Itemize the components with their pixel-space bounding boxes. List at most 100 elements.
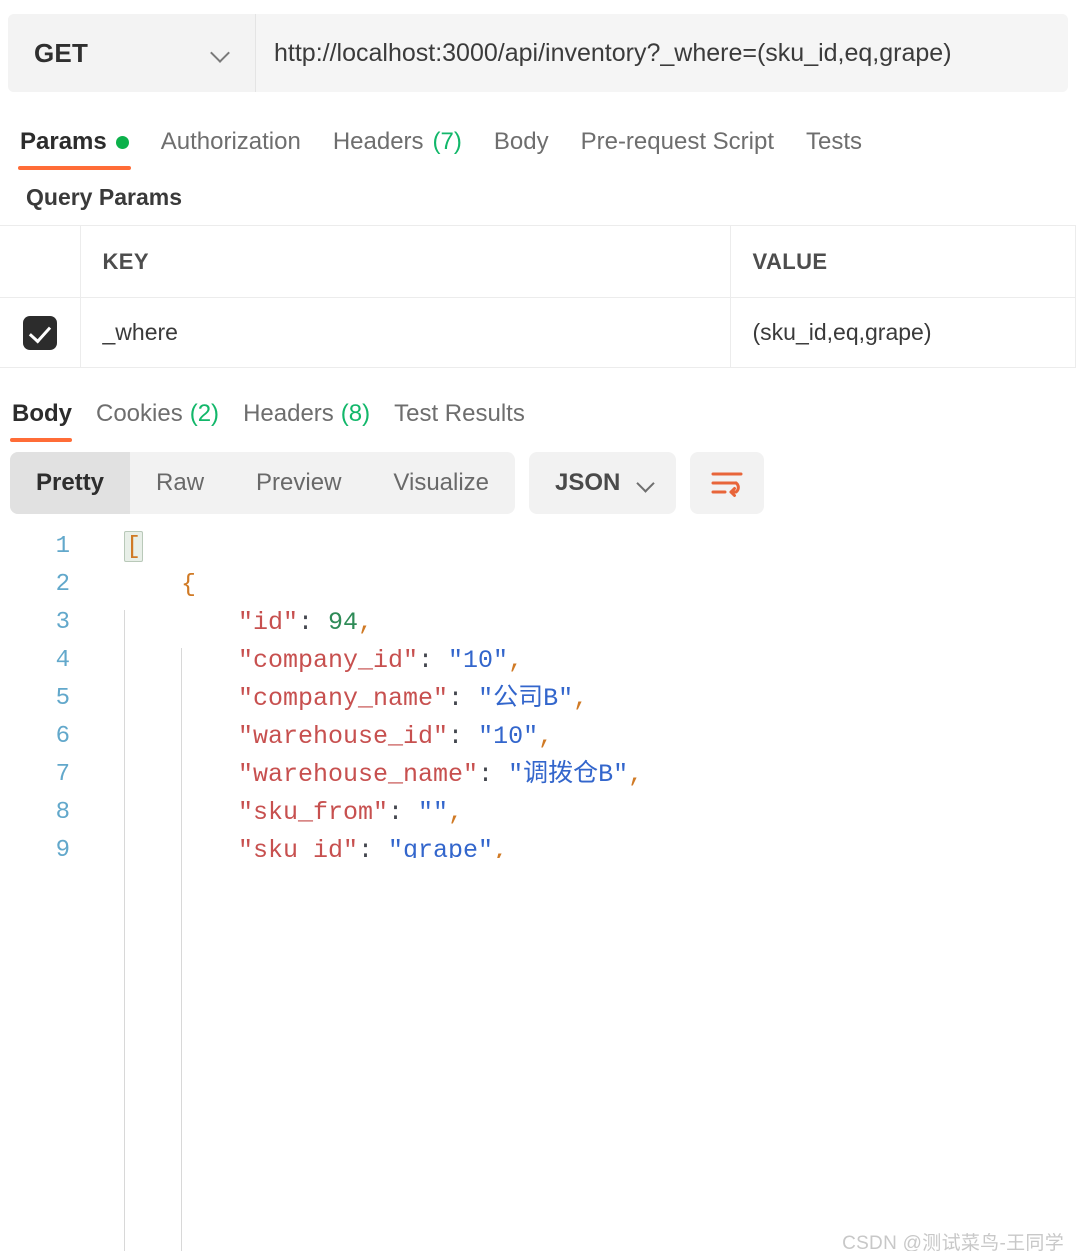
response-tab-test-results[interactable]: Test Results [392,400,547,442]
format-visualize-button[interactable]: Visualize [367,452,515,514]
tab-tests[interactable]: Tests [796,128,884,170]
code-line: 6 "warehouse_id": "10", [0,718,1076,756]
query-params-title: Query Params [26,184,182,210]
line-number: 7 [55,761,70,788]
tab-authorization[interactable]: Authorization [151,128,323,170]
line-number: 9 [55,837,70,858]
tab-pre-request-script-label: Pre-request Script [580,128,774,155]
indent-guide-line [181,648,182,1251]
param-enabled-checkbox[interactable] [22,315,57,350]
code-token: : [358,836,389,858]
postman-window: GET http://localhost:3000/api/inventory?… [0,14,1076,1251]
response-tab-cookies-count: (2) [189,400,220,427]
code-token: [ [124,531,144,562]
code-text[interactable]: [ [124,528,144,566]
column-header-key: KEY [80,225,731,298]
tab-body-label: Body [493,128,549,155]
code-token: , [628,760,644,789]
row-checkbox-cell[interactable] [0,297,81,368]
param-key-cell[interactable]: _where [80,297,731,368]
code-text[interactable]: "warehouse_id": "10", [238,718,553,756]
language-select[interactable]: JSON [529,452,677,514]
response-tab-cookies[interactable]: Cookies (2) [94,400,241,442]
format-preview-button[interactable]: Preview [230,452,367,514]
code-text[interactable]: { [181,566,196,604]
code-text[interactable]: "id": 94, [238,604,373,642]
tab-body[interactable]: Body [484,128,571,170]
http-method-label: GET [34,37,89,68]
response-tab-cookies-label: Cookies [96,400,183,427]
code-token: : [478,760,509,789]
code-token: "10" [478,722,539,751]
line-number: 2 [55,571,70,598]
request-url-input[interactable]: http://localhost:3000/api/inventory?_whe… [256,14,1068,92]
tab-authorization-label: Authorization [160,128,301,155]
watermark: CSDN @测试菜鸟-王同学 [842,1233,1064,1251]
format-pretty-button[interactable]: Pretty [10,452,131,514]
request-url-bar: GET http://localhost:3000/api/inventory?… [8,14,1068,92]
line-number: 5 [55,685,70,712]
code-token: : [298,608,329,637]
response-tab-bar: Body Cookies (2) Headers (8) Test Result… [0,386,1076,442]
line-number: 6 [55,723,70,750]
format-raw-button[interactable]: Raw [130,452,230,514]
code-line: 8 "sku_from": "", [0,794,1076,832]
code-token: : [418,646,449,675]
code-token: "公司B" [478,684,574,713]
code-token: , [493,836,509,858]
code-line: 4 "company_id": "10", [0,642,1076,680]
code-token: : [448,722,479,751]
code-text[interactable]: "company_name": "公司B", [238,680,588,718]
http-method-select[interactable]: GET [8,14,256,92]
code-token: , [358,608,374,637]
response-tab-headers-count: (8) [340,400,371,427]
active-tab-underline [18,166,131,170]
code-token: "grape" [388,836,494,858]
chevron-down-icon [211,43,231,63]
wrap-text-button[interactable] [690,452,765,514]
code-token: "company_id" [238,646,419,675]
indent-guide-line [124,610,125,1251]
response-tab-test-results-label: Test Results [394,400,525,427]
code-token: "10" [448,646,509,675]
chevron-down-icon [638,475,654,491]
code-line: 9 "sku_id": "grape", [0,832,1076,858]
code-text[interactable]: "company_id": "10", [238,642,523,680]
code-token: 94 [328,608,359,637]
request-tab-bar: Params Authorization Headers (7) Body Pr… [0,114,1076,170]
line-number: 8 [55,799,70,826]
code-token: : [448,684,479,713]
param-value-cell[interactable]: (sku_id,eq,grape) [730,297,1076,368]
column-header-value: VALUE [730,225,1076,298]
tab-pre-request-script[interactable]: Pre-request Script [571,128,796,170]
active-response-tab-underline [10,438,72,442]
code-text[interactable]: "sku_id": "grape", [238,832,508,858]
params-status-dot-icon [115,135,129,149]
code-token: "id" [238,608,299,637]
code-token: , [448,798,464,827]
code-token: "warehouse_id" [238,722,449,751]
code-token: , [508,646,524,675]
code-text[interactable]: "sku_from": "", [238,794,463,832]
request-url-text: http://localhost:3000/api/inventory?_whe… [274,38,952,67]
code-token: "调拨仓B" [508,760,629,789]
code-line: 7 "warehouse_name": "调拨仓B", [0,756,1076,794]
code-token: , [573,684,589,713]
code-token: , [538,722,554,751]
column-header-checkbox [0,225,81,298]
code-token: "sku_from" [238,798,389,827]
code-token: "warehouse_name" [238,760,479,789]
tab-headers-count: (7) [432,128,462,155]
tab-headers[interactable]: Headers (7) [323,128,484,170]
tab-tests-label: Tests [806,128,863,155]
code-token: "sku_id" [238,836,359,858]
code-line: 3 "id": 94, [0,604,1076,642]
code-text[interactable]: "warehouse_name": "调拨仓B", [238,756,643,794]
response-tab-body[interactable]: Body [10,400,94,442]
response-tab-headers[interactable]: Headers (8) [241,400,392,442]
code-line: 2{ [0,566,1076,604]
line-number: 3 [55,609,70,636]
code-line: 1[ [0,528,1076,566]
response-body-json-viewer[interactable]: 1[2{3 "id": 94, 4 "company_id": "10", 5 "comp… [0,528,1076,858]
tab-params[interactable]: Params [10,128,151,170]
